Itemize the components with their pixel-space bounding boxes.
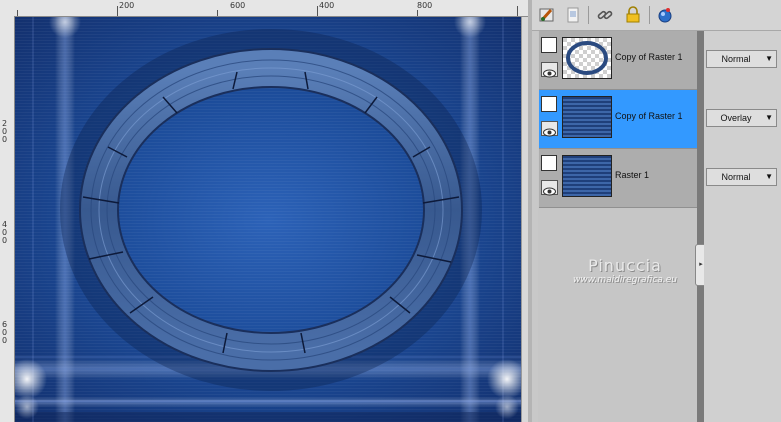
image-canvas[interactable] [15,17,521,422]
layer-mask-icon[interactable] [541,96,557,112]
toolbar-separator [649,6,650,24]
document-icon[interactable] [564,6,582,24]
ruler-label-200: 200 [119,1,135,10]
ruler-label-left: 0 [1,135,8,144]
toolbar-separator [588,6,589,24]
panel-divider [528,0,532,422]
layer-row[interactable]: Copy of Raster 1 [539,31,697,90]
canvas-artwork [15,17,521,422]
dropdown-arrow-icon: ▼ [765,54,773,63]
layers-scrollbar[interactable] [697,31,704,422]
layer-name: Copy of Raster 1 [615,52,683,62]
watermark-url: www.maidiregrafica.eu [573,275,677,285]
blend-mode-select[interactable]: Normal ▼ [706,50,777,68]
link-icon[interactable] [596,6,614,24]
vertical-ruler: 2 0 0 4 0 0 6 0 0 [0,16,15,422]
layer-name: Raster 1 [615,170,650,180]
blend-mode-select[interactable]: Overlay ▼ [706,109,777,127]
layers-toolbar [532,0,781,31]
eye-icon [543,128,556,137]
eye-icon [543,69,556,78]
sphere-icon[interactable] [656,6,674,24]
layer-name: Copy of Raster 1 [615,111,683,121]
ruler-label-left: 0 [1,336,8,345]
ruler-label-left: 0 [1,236,8,245]
watermark-title: Pinuccia [588,256,662,275]
layer-row[interactable]: Raster 1 [539,149,697,208]
dropdown-arrow-icon: ▼ [765,172,773,181]
layer-row-selected[interactable]: Copy of Raster 1 [539,90,697,149]
layer-thumbnail [562,155,612,197]
dropdown-arrow-icon: ▼ [765,113,773,122]
layer-mask-icon[interactable] [541,155,557,171]
blend-mode-select[interactable]: Normal ▼ [706,168,777,186]
blend-mode-value: Overlay [720,113,752,123]
ruler-label-600: 600 [230,1,246,10]
ruler-label-800: 800 [417,1,433,10]
layer-mask-icon[interactable] [541,37,557,53]
paint-brush-icon[interactable] [538,6,556,24]
blend-mode-column [704,31,781,422]
horizontal-ruler: 200 400 600 800 [0,0,528,17]
layer-thumbnail [562,96,612,138]
eye-icon [543,187,556,196]
blend-mode-value: Normal [721,54,751,64]
watermark: Pinuccia www.maidiregrafica.eu [560,256,690,285]
blend-mode-value: Normal [721,172,751,182]
ruler-label-400: 400 [319,1,335,10]
lock-icon[interactable] [624,6,642,24]
layer-thumbnail [562,37,612,79]
